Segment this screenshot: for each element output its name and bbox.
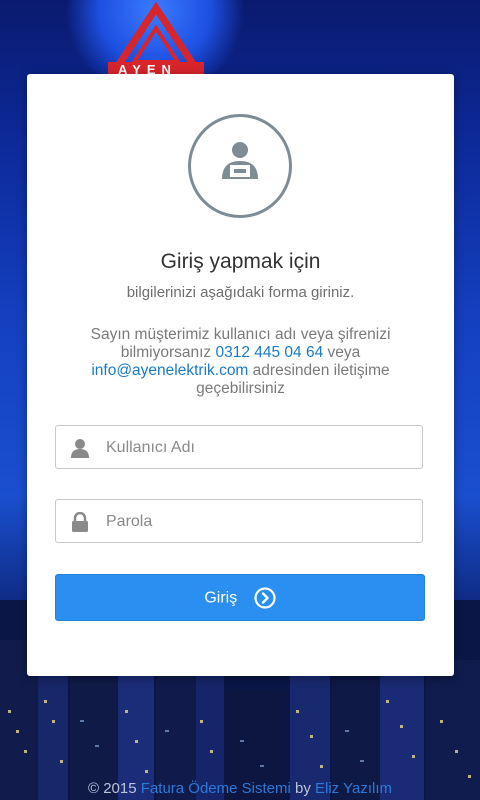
avatar	[188, 114, 292, 218]
login-title: Giriş yapmak için	[160, 250, 321, 273]
login-card: Giriş yapmak için bilgilerinizi aşağıdak…	[27, 74, 454, 676]
login-page: AYEN Giriş yapmak için bilgilerinizi aşa…	[0, 0, 480, 800]
user-badge-icon	[222, 142, 258, 179]
login-button[interactable]: Giriş	[55, 574, 425, 621]
support-phone-link[interactable]: 0312 445 04 64	[215, 344, 323, 361]
password-input[interactable]	[104, 500, 418, 544]
footer: © 2015 Fatura Ödeme Sistemi by Eliz Yazı…	[0, 780, 480, 797]
footer-copyright: © 2015	[88, 780, 141, 797]
login-subtitle: bilgilerinizi aşağıdaki forma giriniz.	[126, 284, 355, 301]
password-field[interactable]	[55, 499, 423, 544]
notice-text-middle: veya	[323, 344, 361, 361]
support-email-link[interactable]: info@ayenelektrik.com	[91, 362, 248, 379]
footer-author-link[interactable]: Eliz Yazılım	[315, 780, 392, 797]
footer-system-link[interactable]: Fatura Ödeme Sistemi	[141, 780, 291, 797]
footer-by: by	[290, 780, 316, 797]
username-input[interactable]	[104, 426, 418, 470]
user-icon	[71, 439, 89, 458]
login-button-label: Giriş	[204, 589, 238, 607]
chevron-circle-right-icon	[254, 587, 276, 609]
lock-icon	[72, 512, 88, 532]
support-notice: Sayın müşterimiz kullanıcı adı veya şifr…	[67, 326, 414, 398]
username-field[interactable]	[55, 425, 423, 470]
